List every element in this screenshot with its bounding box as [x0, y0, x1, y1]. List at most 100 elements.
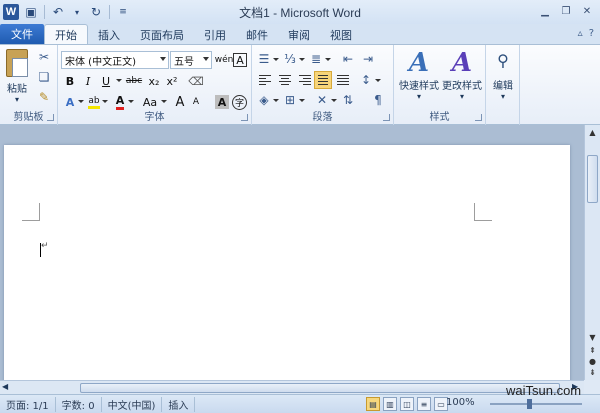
tab-home[interactable]: 开始 — [44, 24, 88, 44]
phonetic-guide-button[interactable]: wén — [215, 51, 234, 69]
tab-view[interactable]: 视图 — [320, 25, 362, 44]
change-case-dropdown-icon[interactable] — [161, 100, 167, 103]
horizontal-scrollbar[interactable]: ◀ ▶ — [0, 380, 584, 394]
styles-launcher-icon[interactable] — [475, 114, 482, 121]
zoom-level[interactable]: 100% — [446, 397, 475, 408]
bullets-dropdown-icon[interactable] — [273, 58, 279, 61]
subscript-button[interactable]: x₂ — [146, 72, 162, 90]
paste-button[interactable]: 粘贴 ▾ — [6, 49, 28, 104]
vertical-scrollbar[interactable]: ▲ ▼ ⇞ ● ⇟ — [584, 125, 600, 380]
sort-icon[interactable]: ⇅ — [340, 92, 356, 108]
bullets-icon[interactable]: ☰ — [256, 51, 272, 67]
paragraph-mark-icon: ↵ — [41, 241, 49, 251]
character-border-button[interactable]: A — [233, 53, 247, 67]
web-layout-icon[interactable]: ◫ — [400, 397, 414, 411]
tab-references[interactable]: 引用 — [194, 25, 236, 44]
shading-icon[interactable]: ◈ — [256, 92, 272, 108]
next-page-icon[interactable]: ⇟ — [587, 367, 598, 378]
align-left-button[interactable] — [256, 71, 274, 89]
insert-mode[interactable]: 插入 — [162, 396, 196, 412]
justify-button[interactable] — [314, 71, 332, 89]
word-count[interactable]: 字数: 0 — [56, 396, 102, 412]
show-marks-icon[interactable]: ¶ — [370, 92, 386, 108]
page-count[interactable]: 页面: 1/1 — [0, 396, 56, 412]
minimize-ribbon-icon[interactable]: ▵ — [578, 28, 583, 39]
numbering-dropdown-icon[interactable] — [299, 58, 305, 61]
chinese-layout-dropdown-icon[interactable] — [331, 99, 337, 102]
underline-button[interactable]: U — [98, 72, 114, 90]
document-page[interactable]: ↵ — [4, 145, 570, 380]
tab-review[interactable]: 审阅 — [278, 25, 320, 44]
margin-corner-top-left — [22, 203, 40, 221]
minimize-icon[interactable]: ▁ — [536, 3, 554, 19]
tab-mailings[interactable]: 邮件 — [236, 25, 278, 44]
italic-button[interactable]: I — [80, 72, 96, 90]
scroll-up-icon[interactable]: ▲ — [587, 127, 598, 138]
word-logo-icon[interactable]: W — [3, 4, 19, 20]
decrease-indent-icon[interactable]: ⇤ — [340, 51, 356, 67]
tab-insert[interactable]: 插入 — [88, 25, 130, 44]
increase-indent-icon[interactable]: ⇥ — [360, 51, 376, 67]
format-painter-icon[interactable]: ✎ — [36, 89, 52, 105]
full-screen-reading-icon[interactable]: ▥ — [383, 397, 397, 411]
customize-qat-icon[interactable]: ≡ — [115, 4, 131, 20]
character-shading-button[interactable]: A — [215, 95, 229, 109]
numbering-icon[interactable]: ⅓ — [282, 51, 298, 67]
tab-page-layout[interactable]: 页面布局 — [130, 25, 194, 44]
font-size-combo[interactable]: 五号 — [170, 51, 212, 69]
font-group-label: 字体 — [144, 112, 165, 123]
align-right-button[interactable] — [296, 71, 314, 89]
scroll-down-icon[interactable]: ▼ — [587, 332, 598, 343]
document-area: ↵ — [0, 125, 584, 380]
undo-dropdown-icon[interactable]: ▾ — [69, 4, 85, 20]
ribbon-right-controls: ▵ ? — [578, 28, 594, 39]
outline-icon[interactable]: ≡ — [417, 397, 431, 411]
paragraph-group-label: 段落 — [312, 112, 333, 123]
cut-icon[interactable]: ✂ — [36, 49, 52, 65]
language-indicator[interactable]: 中文(中国) — [102, 396, 163, 412]
undo-icon[interactable]: ↶ — [50, 4, 66, 20]
tab-file[interactable]: 文件 — [0, 24, 44, 44]
line-spacing-icon[interactable]: ↕ — [358, 72, 374, 88]
underline-dropdown-icon[interactable] — [116, 79, 122, 82]
close-icon[interactable]: ✕ — [578, 3, 596, 19]
chinese-layout-icon[interactable]: ✕ — [314, 92, 330, 108]
bold-button[interactable]: B — [62, 72, 78, 90]
font-color-dropdown-icon[interactable] — [128, 100, 134, 103]
borders-dropdown-icon[interactable] — [299, 99, 305, 102]
font-name-combo[interactable]: 宋体 (中文正文) — [61, 51, 169, 69]
clear-formatting-icon[interactable]: ⌫ — [188, 72, 204, 90]
superscript-button[interactable]: x² — [164, 72, 180, 90]
strikethrough-button[interactable]: abc — [124, 72, 144, 90]
editing-button[interactable]: ⚲ 编辑 ▾ — [489, 49, 517, 102]
multilevel-dropdown-icon[interactable] — [325, 58, 331, 61]
save-icon[interactable]: ▣ — [23, 4, 39, 20]
scroll-left-icon[interactable]: ◀ — [2, 382, 8, 391]
browse-object-icon[interactable]: ● — [587, 356, 598, 367]
change-styles-button[interactable]: A 更改样式 ▾ — [440, 49, 484, 101]
align-center-button[interactable] — [276, 71, 294, 89]
font-launcher-icon[interactable] — [241, 114, 248, 121]
text-effects-dropdown-icon[interactable] — [78, 100, 84, 103]
distributed-button[interactable] — [334, 71, 352, 89]
zoom-slider[interactable] — [490, 403, 582, 405]
paragraph-launcher-icon[interactable] — [383, 114, 390, 121]
shading-dropdown-icon[interactable] — [273, 99, 279, 102]
chevron-down-icon — [160, 57, 166, 61]
copy-icon[interactable]: ❏ — [36, 69, 52, 85]
highlight-dropdown-icon[interactable] — [102, 100, 108, 103]
vertical-scroll-thumb[interactable] — [587, 155, 598, 203]
zoom-slider-knob[interactable] — [527, 399, 532, 409]
clipboard-launcher-icon[interactable] — [47, 114, 54, 121]
quick-styles-button[interactable]: A 快速样式 ▾ — [398, 49, 440, 101]
line-spacing-dropdown-icon[interactable] — [375, 79, 381, 82]
horizontal-scroll-thumb[interactable] — [80, 383, 560, 393]
previous-page-icon[interactable]: ⇞ — [587, 345, 598, 356]
redo-icon[interactable]: ↻ — [88, 4, 104, 20]
character-shading-icon: A — [217, 95, 227, 109]
help-icon[interactable]: ? — [589, 28, 594, 39]
print-layout-icon[interactable]: ▤ — [366, 397, 380, 411]
borders-icon[interactable]: ⊞ — [282, 92, 298, 108]
multilevel-list-icon[interactable]: ≣ — [308, 51, 324, 67]
restore-icon[interactable]: ❐ — [557, 3, 575, 19]
